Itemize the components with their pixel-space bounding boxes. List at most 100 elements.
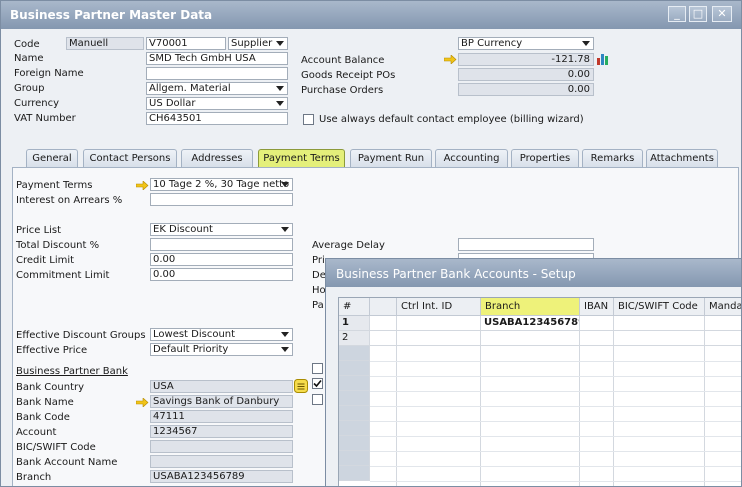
grid-header-ctrl-int-id[interactable]: Ctrl Int. ID [397,298,481,316]
bank-name-label: Bank Name [16,397,74,408]
maximize-button[interactable]: □ [689,6,707,22]
partial-label-2: De [312,270,326,281]
tab-payment-terms[interactable]: Payment Terms [258,149,345,169]
chevron-down-icon [281,332,289,337]
tab-payment-run[interactable]: Payment Run [350,149,432,169]
bp-type-select[interactable]: Supplier [228,37,288,50]
default-contact-checkbox[interactable] [303,114,314,125]
grid-header-bic[interactable]: BIC/SWIFT Code [614,298,705,316]
code-series-field[interactable]: Manuell [66,37,144,50]
option-checkbox-2[interactable] [312,378,323,389]
tab-contact-persons[interactable]: Contact Persons [83,149,177,169]
empty-row-number [339,376,370,391]
chevron-down-icon [281,347,289,352]
grid-line [370,406,741,407]
grid-header-branch[interactable]: Branch [481,298,580,316]
chevron-down-icon [276,86,284,91]
bank-account-name-field[interactable] [150,455,293,468]
grid-header-blank [370,298,397,316]
bank-code-label: Bank Code [16,412,70,423]
bank-name-field[interactable]: Savings Bank of Danbury [150,395,293,408]
list-selection-icon[interactable] [294,379,308,393]
purchase-orders-label: Purchase Orders [301,85,384,96]
payment-terms-select[interactable]: 10 Tage 2 %, 30 Tage netto [150,178,293,191]
grid-header-iban[interactable]: IBAN [580,298,614,316]
commitment-limit-label: Commitment Limit [16,270,110,281]
link-arrow-icon[interactable] [444,55,457,64]
grid-line [370,361,741,362]
link-arrow-icon[interactable] [136,398,149,407]
table-row-number[interactable]: 1 [339,316,370,331]
link-arrow-icon[interactable] [136,181,149,190]
tab-remarks[interactable]: Remarks [582,149,643,169]
table-cell-bic[interactable] [614,316,705,331]
price-list-value: EK Discount [153,224,213,235]
bp-type-value: Supplier [231,38,273,49]
window-title: Business Partner Master Data [10,8,213,22]
tab-properties[interactable]: Properties [511,149,579,169]
vat-field[interactable]: CH643501 [146,112,288,125]
foreign-name-field[interactable] [146,67,288,80]
goods-receipt-field: 0.00 [458,68,594,81]
dialog-title-bar: Business Partner Bank Accounts - Setup [326,259,741,287]
option-checkbox-3[interactable] [312,394,323,405]
table-cell-iban[interactable] [580,331,614,346]
default-contact-label: Use always default contact employee (bil… [319,114,584,125]
total-discount-field[interactable] [150,238,293,251]
table-cell-branch[interactable] [481,331,580,346]
tab-accounting[interactable]: Accounting [435,149,508,169]
table-cell-ctrl[interactable] [397,316,481,331]
close-button[interactable]: ✕ [712,6,732,22]
currency-select[interactable]: US Dollar [146,97,288,110]
option-checkbox-1[interactable] [312,363,323,374]
partial-label-3: Ho [312,285,326,296]
bp-bank-section-link[interactable]: Business Partner Bank [16,365,128,378]
bank-country-label: Bank Country [16,382,85,393]
minimize-button[interactable]: _ [668,6,686,22]
bic-field[interactable] [150,440,293,453]
empty-row-number [339,391,370,406]
tab-addresses[interactable]: Addresses [181,149,253,169]
table-cell[interactable] [370,316,397,331]
table-cell-bic[interactable] [614,331,705,346]
price-list-select[interactable]: EK Discount [150,223,293,236]
tab-attachments[interactable]: Attachments [646,149,718,169]
account-field[interactable]: 1234567 [150,425,293,438]
commitment-limit-field[interactable]: 0.00 [150,268,293,281]
eff-discount-groups-value: Lowest Discount [153,329,236,340]
payment-terms-value: 10 Tage 2 %, 30 Tage netto [153,179,290,190]
bank-code-field[interactable]: 47111 [150,410,293,423]
average-delay-label: Average Delay [312,240,385,251]
grid-header-mandate[interactable]: Mandate [705,298,741,316]
price-list-label: Price List [16,225,62,236]
table-cell[interactable] [705,331,741,346]
account-balance-field: -121.78 [458,53,594,66]
table-cell[interactable] [705,316,741,331]
chevron-down-icon [276,41,284,46]
table-cell[interactable] [370,331,397,346]
bank-country-field[interactable]: USA [150,380,293,393]
table-cell-iban[interactable] [580,316,614,331]
bp-currency-select[interactable]: BP Currency [458,37,594,50]
tab-general[interactable]: General [26,149,78,169]
bar-chart-icon[interactable] [596,52,610,66]
interest-label: Interest on Arrears % [16,195,123,206]
eff-discount-groups-select[interactable]: Lowest Discount [150,328,293,341]
table-row-number[interactable]: 2 [339,331,370,346]
interest-field[interactable] [150,193,293,206]
eff-price-select[interactable]: Default Priority [150,343,293,356]
grid-line [370,466,741,467]
credit-limit-label: Credit Limit [16,255,75,266]
account-label: Account [16,427,57,438]
table-cell-ctrl[interactable] [397,331,481,346]
group-select[interactable]: Allgem. Material [146,82,288,95]
branch-field[interactable]: USABA123456789 [150,470,293,483]
empty-row-number [339,451,370,466]
average-delay-field[interactable] [458,238,594,251]
code-field[interactable]: V70001 [146,37,226,50]
credit-limit-field[interactable]: 0.00 [150,253,293,266]
table-cell-branch[interactable]: USABA123456789 [481,316,580,331]
currency-label: Currency [14,98,60,109]
grid-line [370,451,741,452]
name-field[interactable]: SMD Tech GmbH USA [146,52,288,65]
